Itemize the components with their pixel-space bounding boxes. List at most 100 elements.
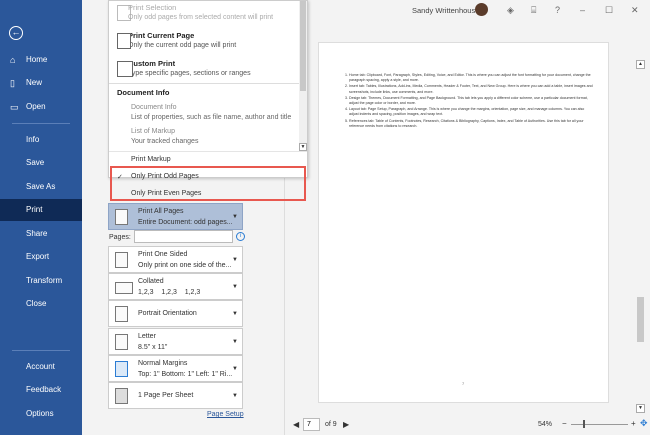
sidebar-item-transform[interactable]: Transform [0,270,82,292]
dropdown-arrow-icon: ▼ [232,214,238,220]
sidebar-item-new[interactable]: ▯ New [0,72,82,94]
document-page: Home tab: Clipboard, Font, Paragraph, St… [318,42,609,403]
margins-select[interactable]: Normal Margins Top: 1" Bottom: 1" Left: 1… [108,355,243,382]
list-item: Layout tab: Page Setup, Paragraph, and A… [349,107,594,117]
title: Print Selection [128,3,177,12]
menu-item-document-info[interactable]: Document Info List of properties, such as… [131,104,291,121]
sidebar-item-share[interactable]: Share [0,223,82,245]
sidebar-item-feedback[interactable]: Feedback [0,379,82,401]
zoom-slider[interactable] [571,424,628,425]
portrait-icon [115,306,128,322]
scroll-up-arrow-icon[interactable]: ▲ [636,60,645,69]
pages-label: Pages: [109,234,131,241]
zoom-level: 54% [538,421,553,428]
sheet-icon [115,388,128,404]
sidebar-item-options[interactable]: Options [0,403,82,425]
help-button[interactable]: ? [555,5,560,15]
preview-scrollbar[interactable]: ▲ ▼ [636,60,646,420]
subtitle: List of properties, such as file name, a… [131,114,292,121]
list-item: Design tab: Themes, Document Formatting,… [349,96,594,106]
dropdown-scrollbar[interactable]: ▼ [299,1,307,151]
pages-per-sheet-select[interactable]: 1 Page Per Sheet ▼ [108,382,243,409]
maximize-button[interactable]: ☐ [605,5,613,16]
title: Normal Margins [138,360,188,367]
folder-icon: ▭ [10,102,19,112]
page-count: of 9 [325,421,337,428]
custom-print-icon [117,61,133,77]
pages-icon [115,209,128,225]
scroll-down-arrow-icon[interactable]: ▼ [299,143,307,151]
info-icon[interactable]: i [236,232,245,241]
sidebar-item-open[interactable]: ▭ Open [0,96,82,118]
comments-icon[interactable]: ⌸ [531,5,536,16]
subtitle: Only the current odd page will print [128,42,237,49]
zoom-out-button[interactable]: − [562,419,567,428]
title: Collated [138,278,164,285]
previous-page-icon[interactable]: ◀ [293,420,299,429]
divider [12,350,70,351]
page-number-input[interactable] [303,418,320,431]
collated-icon [115,282,133,294]
title: Letter [138,333,156,340]
label: New [26,78,43,87]
sidebar-item-close[interactable]: Close [0,293,82,315]
title: Custom Print [128,59,176,68]
sidebar-item-info[interactable]: Info [0,129,82,151]
scroll-down-arrow-icon[interactable]: ▼ [636,404,645,413]
print-range-dropdown: Print Selection Only odd pages from sele… [108,0,308,197]
orientation-select[interactable]: Portrait Orientation ▼ [108,300,243,327]
dropdown-arrow-icon: ▼ [232,284,238,290]
sides-select[interactable]: Print One Sided Only print on one side of… [108,246,243,273]
back-arrow-icon[interactable]: ← [9,26,23,40]
subtitle: Type specific pages, sections or ranges [128,70,251,77]
label: Open [26,102,46,111]
menu-item-list-of-markup[interactable]: List of Markup Your tracked changes [131,128,198,145]
subtitle: Your tracked changes [131,138,199,145]
title: Print Current Page [128,31,195,40]
subtitle: 1,2,3 1,2,3 1,2,3 [138,289,201,296]
page-setup-link[interactable]: Page Setup [207,411,244,418]
avatar[interactable] [475,3,488,16]
user-name[interactable]: Sandy Writtenhouse [412,6,479,15]
list-item: References tab: Table of Contents, Footn… [349,119,594,129]
divider [12,123,70,124]
next-page-icon[interactable]: ▶ [343,420,349,429]
title: Print One Sided [138,251,188,258]
zoom-in-button[interactable]: + [631,419,636,428]
page-icon [117,33,131,49]
dropdown-arrow-icon: ▼ [232,257,238,263]
subtitle: Entire Document: odd pages... [138,219,233,226]
highlight-box [110,166,306,201]
collation-select[interactable]: Collated 1,2,3 1,2,3 1,2,3 ▼ [108,273,243,300]
sidebar-item-account[interactable]: Account [0,356,82,378]
scroll-thumb[interactable] [637,297,644,342]
margins-icon [115,361,128,377]
title: 1 Page Per Sheet [138,392,194,399]
title-bar: Sandy Writtenhouse ◈ ⌸ ? – ☐ ✕ [285,0,650,30]
paper-size-select[interactable]: Letter 8.5" x 11" ▼ [108,328,243,355]
title: Print All Pages [138,208,184,215]
scroll-thumb[interactable] [300,1,306,91]
zoom-to-page-icon[interactable]: ✥ [640,418,648,429]
title: List of Markup [131,128,175,135]
print-range-select[interactable]: Print All Pages Entire Document: odd page… [108,203,243,230]
sidebar-item-save-as[interactable]: Save As [0,176,82,198]
sidebar-item-home[interactable]: ⌂ Home [0,49,82,71]
label: Home [26,55,48,64]
zoom-slider-thumb[interactable] [583,420,585,428]
one-sided-icon [115,252,128,268]
menu-item-print-current-page[interactable]: Print Current Page Only the current odd p… [117,31,292,49]
sidebar-item-export[interactable]: Export [0,246,82,268]
page-number: 7 [462,381,465,386]
sidebar-item-save[interactable]: Save [0,152,82,174]
pages-input[interactable] [134,230,233,243]
backstage-sidebar: ← ⌂ Home ▯ New ▭ Open Info Save Save As Pri… [0,0,82,435]
minimize-button[interactable]: – [580,5,585,15]
subtitle: 8.5" x 11" [138,344,168,351]
menu-item-print-markup[interactable]: Print Markup [131,156,171,163]
menu-item-print-selection[interactable]: Print Selection Only odd pages from sele… [117,3,292,21]
sidebar-item-print[interactable]: Print [0,199,82,221]
close-button[interactable]: ✕ [631,5,639,16]
diamond-icon[interactable]: ◈ [507,5,514,16]
menu-item-custom-print[interactable]: Custom Print Type specific pages, section… [117,59,292,77]
